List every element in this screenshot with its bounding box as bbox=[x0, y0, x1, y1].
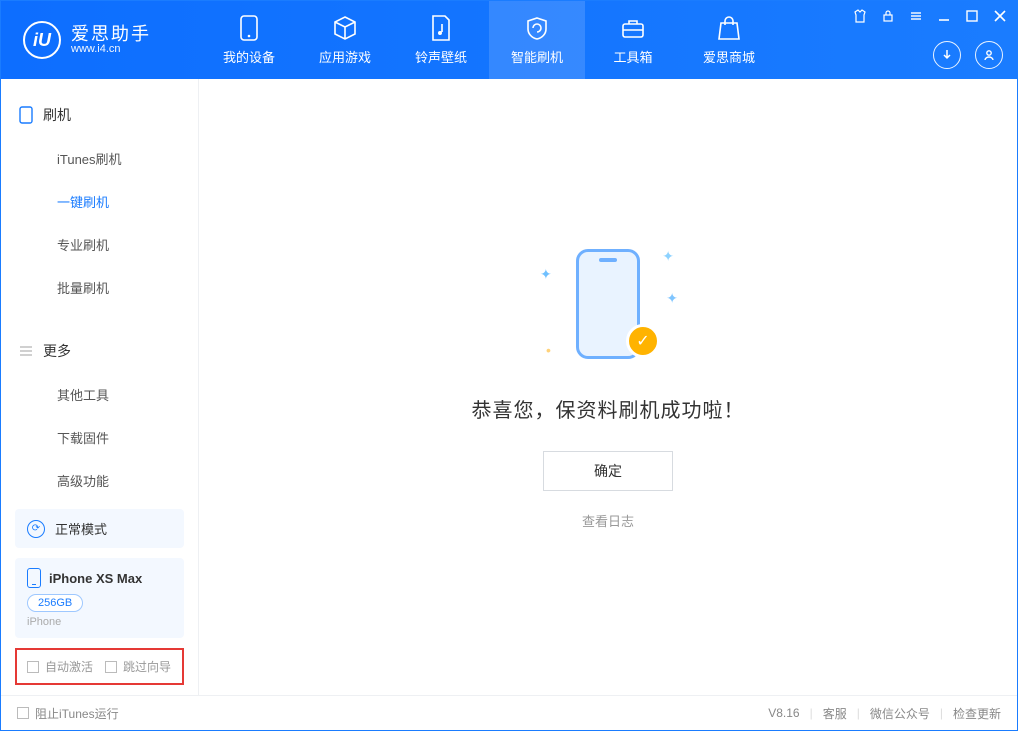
shirt-icon[interactable] bbox=[851, 7, 869, 25]
nav-label: 智能刷机 bbox=[511, 47, 563, 66]
footer: 阻止iTunes运行 V8.16 | 客服 | 微信公众号 | 检查更新 bbox=[1, 695, 1017, 730]
app-url: www.i4.cn bbox=[71, 43, 151, 55]
customer-service-link[interactable]: 客服 bbox=[823, 705, 847, 722]
top-nav: 我的设备 应用游戏 铃声壁纸 智能刷机 工具箱 爱思商城 bbox=[201, 1, 777, 79]
success-message: 恭喜您，保资料刷机成功啦！ bbox=[472, 394, 745, 423]
nav-my-device[interactable]: 我的设备 bbox=[201, 1, 297, 79]
activation-options-highlighted: 自动激活 跳过向导 bbox=[15, 648, 184, 685]
checkbox-block-itunes[interactable]: 阻止iTunes运行 bbox=[17, 705, 119, 722]
window-controls bbox=[851, 7, 1009, 25]
list-icon bbox=[19, 344, 33, 358]
sidebar-item-oneclick-flash[interactable]: 一键刷机 bbox=[1, 180, 198, 223]
nav-label: 爱思商城 bbox=[703, 47, 755, 66]
app-name: 爱思助手 bbox=[71, 25, 151, 43]
view-log-link[interactable]: 查看日志 bbox=[582, 511, 634, 530]
sidebar-item-advanced[interactable]: 高级功能 bbox=[1, 459, 198, 502]
success-illustration: ✦✦•✦ ✓ bbox=[548, 244, 668, 364]
nav-apps-games[interactable]: 应用游戏 bbox=[297, 1, 393, 79]
phone-icon bbox=[236, 15, 262, 41]
bag-icon bbox=[716, 15, 742, 41]
check-badge-icon: ✓ bbox=[626, 324, 660, 358]
sidebar-item-other-tools[interactable]: 其他工具 bbox=[1, 373, 198, 416]
refresh-shield-icon bbox=[524, 15, 550, 41]
device-card[interactable]: iPhone XS Max 256GB iPhone bbox=[15, 558, 184, 638]
device-name: iPhone XS Max bbox=[49, 571, 142, 586]
checkbox-skip-guide[interactable]: 跳过向导 bbox=[105, 658, 171, 675]
menu-icon[interactable] bbox=[907, 7, 925, 25]
user-icon[interactable] bbox=[975, 41, 1003, 69]
sidebar-item-download-firmware[interactable]: 下载固件 bbox=[1, 416, 198, 459]
nav-toolbox[interactable]: 工具箱 bbox=[585, 1, 681, 79]
sidebar-item-itunes-flash[interactable]: iTunes刷机 bbox=[1, 137, 198, 180]
lock-icon[interactable] bbox=[879, 7, 897, 25]
mode-status[interactable]: ⟳ 正常模式 bbox=[15, 509, 184, 548]
device-icon bbox=[19, 106, 33, 124]
sidebar-section-more: 更多 bbox=[1, 333, 198, 369]
nav-smart-flash[interactable]: 智能刷机 bbox=[489, 1, 585, 79]
sync-icon: ⟳ bbox=[27, 520, 45, 538]
section-title: 刷机 bbox=[43, 105, 71, 125]
nav-label: 铃声壁纸 bbox=[415, 47, 467, 66]
maximize-icon[interactable] bbox=[963, 7, 981, 25]
check-update-link[interactable]: 检查更新 bbox=[953, 705, 1001, 722]
main-content: ✦✦•✦ ✓ 恭喜您，保资料刷机成功啦！ 确定 查看日志 bbox=[199, 79, 1017, 695]
sidebar-section-flash: 刷机 bbox=[1, 97, 198, 133]
nav-ringtones-wallpapers[interactable]: 铃声壁纸 bbox=[393, 1, 489, 79]
cube-icon bbox=[332, 15, 358, 41]
sidebar: 刷机 iTunes刷机 一键刷机 专业刷机 批量刷机 更多 其他工具 下载固件 … bbox=[1, 79, 199, 695]
ok-button[interactable]: 确定 bbox=[543, 451, 673, 491]
nav-label: 工具箱 bbox=[613, 47, 652, 66]
sidebar-item-batch-flash[interactable]: 批量刷机 bbox=[1, 266, 198, 309]
checkbox-auto-activate[interactable]: 自动激活 bbox=[27, 658, 93, 675]
header: iU 爱思助手 www.i4.cn 我的设备 应用游戏 铃声壁纸 智能刷机 工具… bbox=[1, 1, 1017, 79]
nav-label: 我的设备 bbox=[223, 47, 275, 66]
nav-store[interactable]: 爱思商城 bbox=[681, 1, 777, 79]
wechat-link[interactable]: 微信公众号 bbox=[870, 705, 930, 722]
minimize-icon[interactable] bbox=[935, 7, 953, 25]
close-icon[interactable] bbox=[991, 7, 1009, 25]
music-file-icon bbox=[428, 15, 454, 41]
logo[interactable]: iU 爱思助手 www.i4.cn bbox=[1, 21, 201, 59]
download-icon[interactable] bbox=[933, 41, 961, 69]
version-label: V8.16 bbox=[768, 706, 799, 720]
toolbox-icon bbox=[620, 15, 646, 41]
device-type: iPhone bbox=[27, 616, 172, 628]
nav-label: 应用游戏 bbox=[319, 47, 371, 66]
device-storage: 256GB bbox=[27, 594, 83, 612]
logo-icon: iU bbox=[23, 21, 61, 59]
sidebar-item-pro-flash[interactable]: 专业刷机 bbox=[1, 223, 198, 266]
phone-icon bbox=[27, 568, 41, 588]
header-actions bbox=[933, 41, 1003, 69]
mode-label: 正常模式 bbox=[55, 519, 107, 538]
section-title: 更多 bbox=[43, 341, 71, 361]
